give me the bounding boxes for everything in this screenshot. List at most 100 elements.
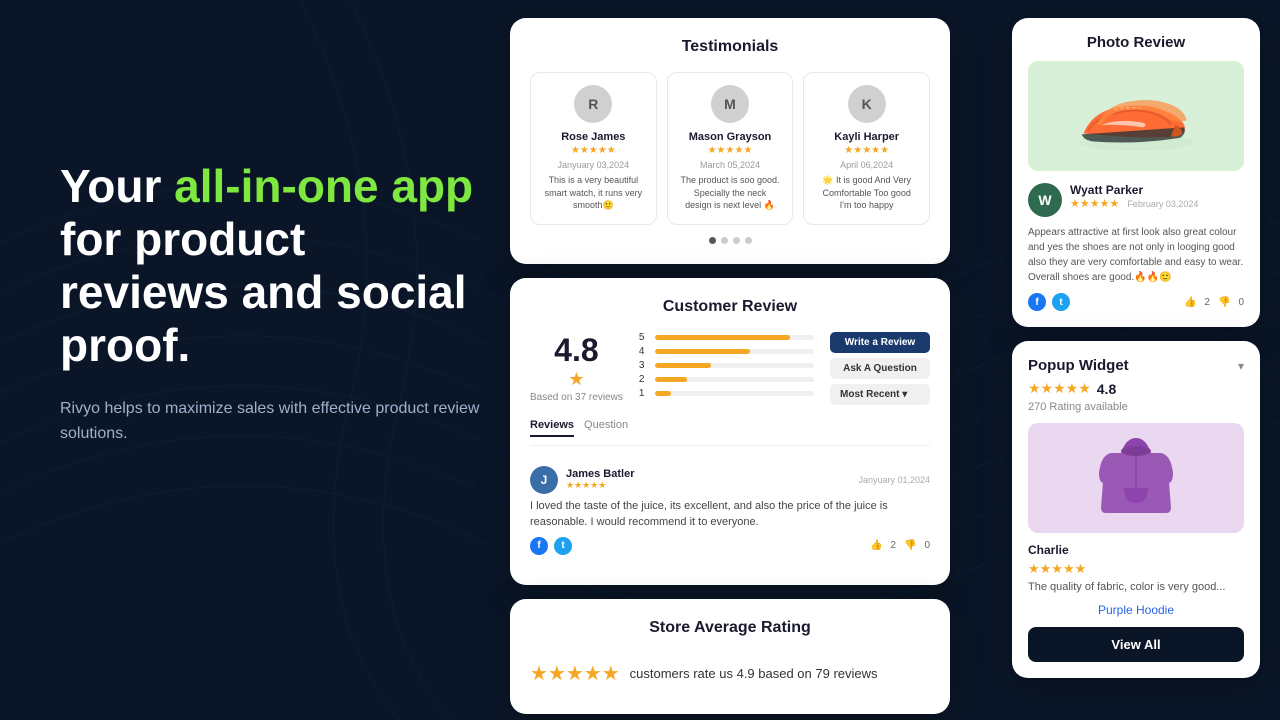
dot-3[interactable] (745, 237, 752, 244)
hero-section: Your all-in-one app for product reviews … (60, 160, 480, 447)
center-widgets: Testimonials R Rose James ★★★★★ Janyuary… (510, 18, 950, 714)
bar-track-4 (655, 349, 814, 354)
bar-track-2 (655, 377, 814, 382)
reviewer-name-sm: James Batler (566, 468, 635, 480)
chevron-down-icon[interactable]: ▾ (1238, 359, 1244, 373)
tab-reviews[interactable]: Reviews (530, 419, 574, 437)
bar-label-2: 2 (639, 374, 649, 385)
profile-name-row: Wyatt Parker (1070, 183, 1198, 197)
bar-chart: 5 4 3 2 1 (639, 332, 814, 405)
review-summary: 4.8 ★ Based on 37 reviews 5 4 3 2 (530, 332, 930, 405)
review-entry: J James Batler ★★★★★ Janyuary 01,2024 I … (530, 456, 930, 565)
photo-review-title: Photo Review (1028, 34, 1244, 51)
profile-avatar: W (1028, 183, 1062, 217)
product-reviewer-stars: ★★★★★ (1028, 561, 1244, 577)
profile-details: Wyatt Parker ★★★★★ February 03,2024 (1070, 183, 1198, 210)
dot-2[interactable] (733, 237, 740, 244)
write-review-button[interactable]: Write a Review (830, 332, 930, 353)
popup-stars: ★★★★★ (1028, 380, 1091, 397)
social-row: f t 👍 2 👎 0 (530, 537, 930, 555)
reviewer-row: J James Batler ★★★★★ Janyuary 01,2024 (530, 466, 930, 494)
dislike-count: 0 (924, 540, 930, 551)
bar-fill-5 (655, 335, 790, 340)
reviewer-info: J James Batler ★★★★★ (530, 466, 635, 494)
photo-thumbs-up-icon[interactable]: 👍 (1184, 297, 1196, 308)
stars-1: ★★★★★ (680, 145, 781, 156)
photo-thumbs-down-icon[interactable]: 👎 (1218, 297, 1230, 308)
photo-twitter-icon[interactable]: t (1052, 293, 1070, 311)
thumbs-up-icon[interactable]: 👍 (870, 540, 882, 551)
photo-facebook-icon[interactable]: f (1028, 293, 1046, 311)
carousel-dots (530, 237, 930, 244)
popup-header: Popup Widget ▾ (1028, 357, 1244, 374)
bar-track-1 (655, 391, 814, 396)
social-icons: f t (530, 537, 572, 555)
based-on: Based on 37 reviews (530, 392, 623, 403)
headline-start: Your (60, 160, 174, 212)
dot-1[interactable] (721, 237, 728, 244)
date-1: March 05,2024 (680, 160, 781, 170)
testimonials-title: Testimonials (530, 38, 930, 56)
bar-row-2: 2 (639, 374, 814, 385)
bar-fill-4 (655, 349, 750, 354)
bar-fill-2 (655, 377, 687, 382)
bar-row-1: 1 (639, 388, 814, 399)
most-recent-button[interactable]: Most Recent ▾ (830, 384, 930, 405)
ask-question-button[interactable]: Ask A Question (830, 358, 930, 379)
testimonials-widget: Testimonials R Rose James ★★★★★ Janyuary… (510, 18, 950, 264)
entry-date: Janyuary 01,2024 (858, 475, 930, 485)
review-buttons: Write a Review Ask A Question Most Recen… (830, 332, 930, 405)
reviewer-stars: ★★★★★ (566, 480, 635, 491)
photo-social-row: f t 👍 2 👎 0 (1028, 293, 1244, 311)
text-2: 🌟 It is good And Very Comfortable Too go… (816, 174, 917, 212)
bar-fill-1 (655, 391, 671, 396)
view-all-button[interactable]: View All (1028, 627, 1244, 662)
bar-label-3: 3 (639, 360, 649, 371)
avatar-kayli: K (848, 85, 886, 123)
popup-rating-num: 4.8 (1097, 381, 1116, 397)
reviewer-name-0: Rose James (543, 131, 644, 143)
photo-dislike-count: 0 (1238, 297, 1244, 308)
photo-review-card: Photo Review W (1012, 18, 1260, 327)
facebook-icon[interactable]: f (530, 537, 548, 555)
popup-rating-count: 270 Rating available (1028, 401, 1244, 413)
review-tabs: Reviews Question (530, 419, 930, 446)
store-rating-content: ★★★★★ customers rate us 4.9 based on 79 … (530, 653, 930, 694)
thumbs-down-icon[interactable]: 👎 (904, 540, 916, 551)
like-count: 2 (890, 540, 896, 551)
headline-end: for product reviews and social proof. (60, 213, 467, 371)
tab-question[interactable]: Question (584, 419, 628, 437)
vote-row: 👍 2 👎 0 (870, 540, 930, 551)
bar-row-3: 3 (639, 360, 814, 371)
shoe-image-area (1028, 61, 1244, 171)
bar-track-5 (655, 335, 814, 340)
store-average-rating-title: Store Average Rating (530, 619, 930, 637)
photo-social-icons: f t (1028, 293, 1070, 311)
profile-review-text: Appears attractive at first look also gr… (1028, 225, 1244, 285)
bar-row-4: 4 (639, 346, 814, 357)
product-image-area (1028, 423, 1244, 533)
testimonial-item-1: M Mason Grayson ★★★★★ March 05,2024 The … (667, 72, 794, 225)
customer-review-widget: Customer Review 4.8 ★ Based on 37 review… (510, 278, 950, 585)
reviewer-name-1: Mason Grayson (680, 131, 781, 143)
twitter-icon[interactable]: t (554, 537, 572, 555)
bar-label-4: 4 (639, 346, 649, 357)
testimonial-item-2: K Kayli Harper ★★★★★ April 06,2024 🌟 It … (803, 72, 930, 225)
headline-highlight: all-in-one app (174, 160, 473, 212)
reviewer-details: James Batler ★★★★★ (566, 468, 635, 491)
big-number: 4.8 (530, 332, 623, 369)
profile-stars-date: ★★★★★ February 03,2024 (1070, 197, 1198, 210)
text-1: The product is soo good. Specially the n… (680, 174, 781, 212)
profile-name: Wyatt Parker (1070, 183, 1143, 197)
dot-0[interactable] (709, 237, 716, 244)
product-link[interactable]: Purple Hoodie (1028, 603, 1244, 617)
popup-widget-card: Popup Widget ▾ ★★★★★ 4.8 270 Rating avai… (1012, 341, 1260, 678)
stars-2: ★★★★★ (816, 145, 917, 156)
photo-vote-row: 👍 2 👎 0 (1184, 297, 1244, 308)
store-average-rating-widget: Store Average Rating ★★★★★ customers rat… (510, 599, 950, 714)
big-rating: 4.8 ★ Based on 37 reviews (530, 332, 623, 405)
customer-review-title: Customer Review (530, 298, 930, 316)
avatar-mason: M (711, 85, 749, 123)
bar-track-3 (655, 363, 814, 368)
headline: Your all-in-one app for product reviews … (60, 160, 480, 372)
